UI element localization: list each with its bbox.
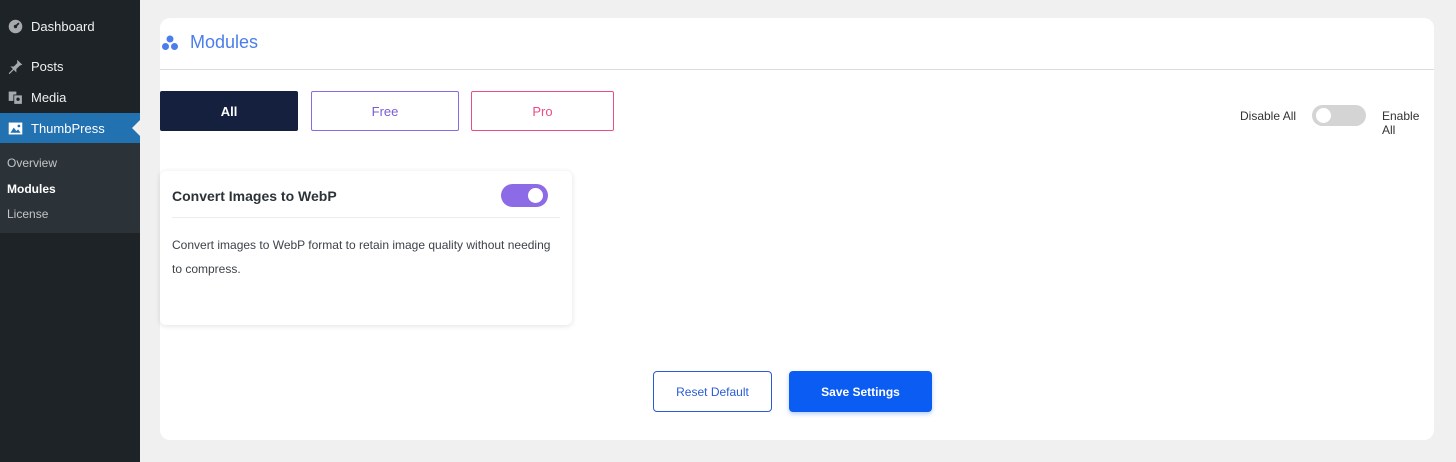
module-title: Convert Images to WebP: [172, 188, 337, 204]
submenu-item-modules[interactable]: Modules: [7, 182, 56, 196]
submenu-item-overview[interactable]: Overview: [7, 156, 57, 170]
enable-all-label: Enable All: [1382, 109, 1420, 137]
sidebar-item-label: Media: [31, 89, 67, 105]
enable-all-toggle[interactable]: [1312, 105, 1366, 126]
admin-sidebar: Dashboard Posts Media ThumbPress Overvie…: [0, 0, 140, 462]
thumbpress-submenu: Overview Modules License: [0, 143, 140, 233]
sidebar-item-label: Posts: [31, 58, 64, 74]
pin-icon: [5, 56, 25, 76]
disable-all-label: Disable All: [1240, 109, 1297, 123]
filter-all-button[interactable]: All: [160, 91, 298, 131]
dashboard-icon: [5, 16, 25, 36]
sidebar-item-posts[interactable]: Posts: [0, 51, 140, 81]
module-description: Convert images to WebP format to retain …: [172, 238, 551, 276]
reset-default-button[interactable]: Reset Default: [653, 371, 772, 412]
filter-pro-button[interactable]: Pro: [471, 91, 614, 131]
save-settings-button[interactable]: Save Settings: [789, 371, 932, 412]
divider: [172, 217, 560, 218]
sidebar-item-media[interactable]: Media: [0, 82, 140, 112]
page-title: Modules: [190, 32, 259, 52]
sidebar-item-label: Dashboard: [31, 18, 95, 34]
modules-icon: [162, 35, 178, 50]
sidebar-item-thumbpress[interactable]: ThumbPress: [0, 113, 140, 143]
toggle-knob: [528, 188, 543, 203]
filter-free-button[interactable]: Free: [311, 91, 459, 131]
sidebar-item-dashboard[interactable]: Dashboard: [0, 11, 140, 41]
sidebar-item-label: ThumbPress: [31, 120, 105, 136]
modules-panel: Modules All Free Pro Disable All Enable …: [160, 18, 1434, 440]
panel-header: Modules: [160, 18, 1434, 70]
submenu-item-license[interactable]: License: [7, 207, 48, 221]
image-icon: [5, 118, 25, 138]
toggle-knob: [1316, 108, 1331, 123]
module-toggle[interactable]: [501, 184, 548, 207]
media-icon: [5, 87, 25, 107]
module-card-webp: Convert Images to WebP Convert images to…: [160, 171, 572, 325]
